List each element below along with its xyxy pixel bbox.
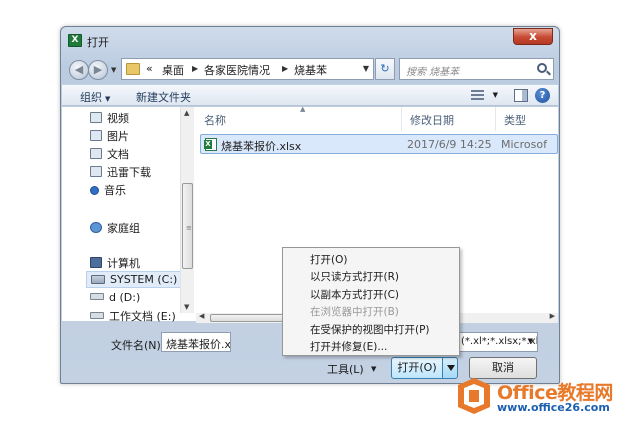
breadcrumb-hospitals[interactable]: 各家医院情况 (204, 62, 270, 78)
command-bar: 组织 ▼ 新建文件夹 ▼ ? (62, 84, 558, 106)
refresh-button[interactable]: ↻ (375, 58, 395, 80)
menu-item-open-as-copy[interactable]: 以副本方式打开(C) (310, 287, 399, 302)
sidebar-item-label: 视频 (107, 112, 129, 125)
drive-icon (91, 275, 105, 284)
tools-button[interactable]: 工具(L) (327, 361, 364, 377)
watermark-url: www.office26.com (497, 401, 610, 414)
breadcrumb-arrow-icon[interactable]: ▶ (192, 64, 198, 73)
sidebar-item-label: 迅雷下载 (107, 166, 151, 179)
filetype-value: (*.xl*;*.xlsx;*.xl (461, 336, 538, 347)
sidebar-item-label: 音乐 (104, 184, 126, 197)
title-bar: X 打开 x (61, 27, 559, 53)
sidebar-item-label: 图片 (107, 130, 129, 143)
view-options-icon[interactable] (471, 90, 484, 101)
sidebar-item-system-drive[interactable]: SYSTEM (C:) (86, 271, 186, 288)
preview-pane-icon[interactable] (514, 89, 528, 102)
dialog-title: 打开 (87, 36, 109, 49)
forward-button[interactable]: ▶ (88, 60, 108, 80)
scroll-left-icon[interactable]: ◀ (199, 312, 204, 320)
arrow-left-icon: ◀ (74, 63, 84, 76)
arrow-right-icon: ▶ (93, 63, 103, 76)
music-icon (90, 186, 99, 195)
search-icon[interactable] (537, 63, 547, 73)
chevron-down-icon[interactable]: ▼ (371, 365, 376, 373)
scroll-right-icon[interactable]: ▶ (550, 312, 555, 320)
menu-item-open[interactable]: 打开(O) (310, 252, 347, 267)
close-button[interactable]: x (513, 28, 553, 45)
file-modified: 2017/6/9 14:25 (407, 138, 492, 151)
chevron-down-icon[interactable]: ▼ (363, 64, 369, 73)
column-header-type[interactable]: 类型 (496, 107, 558, 131)
drive-icon (90, 293, 104, 300)
sidebar-item-documents[interactable]: 文档 (90, 146, 129, 162)
sidebar-item-pictures[interactable]: 图片 (90, 128, 129, 144)
sidebar-item-music[interactable]: 音乐 (90, 182, 126, 198)
column-header-label: 类型 (504, 114, 526, 127)
file-type: Microsof (501, 138, 547, 151)
chevron-down-icon: ▼ (527, 337, 533, 345)
sort-ascending-icon: ▲ (300, 105, 306, 113)
sidebar-item-label: 计算机 (107, 257, 140, 270)
scroll-up-icon[interactable]: ▲ (184, 109, 189, 117)
nav-pane-scrollbar[interactable]: ▲ ≡ ▼ (180, 107, 194, 313)
back-button[interactable]: ◀ (69, 60, 89, 80)
document-icon (90, 148, 102, 159)
picture-icon (90, 130, 102, 141)
scrollbar-thumb[interactable]: ≡ (182, 183, 193, 269)
search-input[interactable]: 搜索 烧基苯 (399, 58, 554, 80)
sidebar-item-computer[interactable]: 计算机 (90, 255, 140, 271)
sidebar-item-label: 文档 (107, 148, 129, 161)
refresh-icon: ↻ (380, 62, 390, 75)
homegroup-icon (90, 222, 102, 233)
sidebar-item-e-drive[interactable]: 工作文档 (E:) (90, 308, 176, 324)
breadcrumb-overflow[interactable]: « (146, 62, 153, 75)
excel-file-icon (204, 138, 217, 151)
new-folder-button[interactable]: 新建文件夹 (136, 89, 191, 105)
breadcrumb-arrow-icon[interactable]: ▶ (282, 64, 288, 73)
table-row[interactable]: 烧基苯报价.xlsx 2017/6/9 14:25 Microsof (200, 134, 558, 154)
filename-input[interactable]: 烧基苯报价.xlsx (161, 332, 231, 352)
sidebar-item-label: 家庭组 (107, 222, 140, 235)
computer-icon (90, 257, 102, 268)
address-bar[interactable]: « 桌面 ▶ 各家医院情况 ▶ 烧基苯 ▼ (121, 58, 374, 80)
open-options-menu: 打开(O) 以只读方式打开(R) 以副本方式打开(C) 在浏览器中打开(B) 在… (282, 247, 460, 356)
breadcrumb-desktop[interactable]: 桌面 (162, 62, 184, 78)
menu-item-open-and-repair[interactable]: 打开并修复(E)... (310, 339, 387, 354)
column-header-modified[interactable]: 修改日期 (402, 107, 496, 131)
navigation-pane: 视频 图片 文档 迅雷下载 音乐 家庭组 计算机 SYSTEM (C:) d (… (62, 107, 194, 324)
organize-label: 组织 (80, 91, 102, 104)
sidebar-item-homegroup[interactable]: 家庭组 (90, 220, 140, 236)
menu-item-open-read-only[interactable]: 以只读方式打开(R) (310, 269, 399, 284)
recent-locations-dropdown[interactable]: ▼ (111, 66, 116, 74)
search-placeholder: 搜索 烧基苯 (406, 67, 460, 78)
office-logo-icon (458, 378, 490, 414)
organize-button[interactable]: 组织 ▼ (80, 89, 110, 105)
help-icon[interactable]: ? (535, 88, 550, 103)
menu-item-open-protected-view[interactable]: 在受保护的视图中打开(P) (310, 322, 430, 337)
filename-label: 文件名(N): (111, 339, 165, 352)
filetype-select[interactable]: (*.xl*;*.xlsx;*.xl ▼ (456, 332, 538, 352)
sidebar-item-d-drive[interactable]: d (D:) (90, 291, 140, 304)
open-button[interactable]: 打开(O) (391, 357, 443, 379)
sidebar-item-videos[interactable]: 视频 (90, 110, 129, 126)
chevron-down-icon[interactable]: ▼ (493, 91, 498, 99)
excel-app-icon: X (68, 34, 82, 47)
video-icon (90, 112, 102, 123)
menu-item-open-in-browser: 在浏览器中打开(B) (310, 306, 399, 318)
column-header-name[interactable]: ▲ 名称 (196, 105, 402, 131)
file-name: 烧基苯报价.xlsx (221, 140, 302, 153)
grip-icon: ≡ (186, 224, 192, 232)
scroll-down-icon[interactable]: ▼ (184, 303, 189, 311)
chevron-down-icon: ▼ (105, 95, 111, 103)
breadcrumb-current-folder[interactable]: 烧基苯 (294, 62, 327, 78)
drive-icon (90, 312, 104, 319)
column-header-label: 名称 (204, 114, 226, 127)
sidebar-item-downloads[interactable]: 迅雷下载 (90, 164, 151, 180)
download-icon (90, 166, 102, 177)
sidebar-item-label: d (D:) (109, 291, 141, 304)
column-header-label: 修改日期 (410, 114, 454, 127)
sidebar-item-label: SYSTEM (C:) (110, 273, 178, 286)
folder-icon (126, 63, 140, 75)
sidebar-item-label: 工作文档 (E:) (109, 310, 176, 323)
